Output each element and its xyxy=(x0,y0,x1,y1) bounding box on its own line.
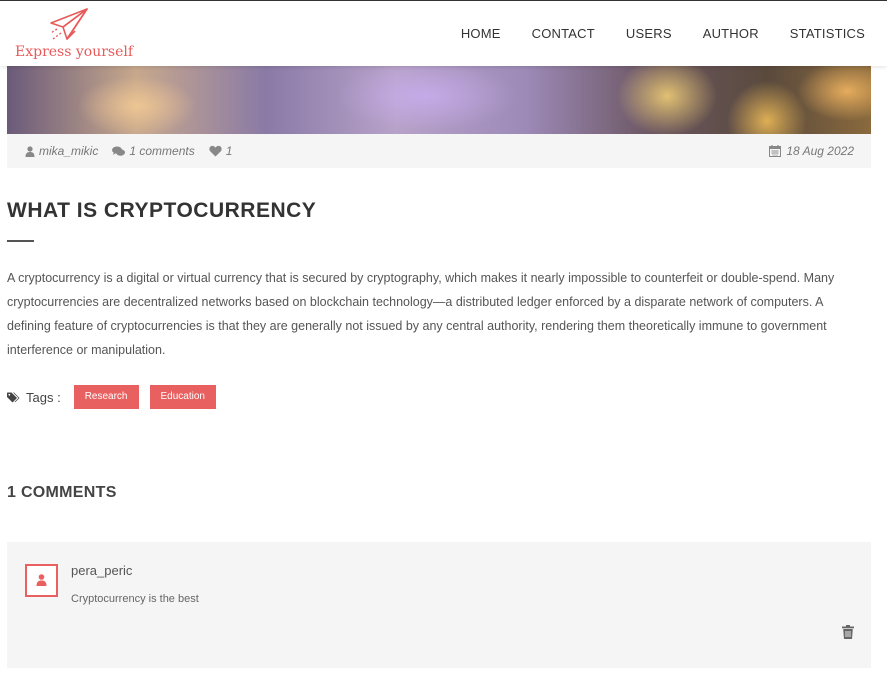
user-icon xyxy=(36,574,47,586)
post-date-text: 18 Aug 2022 xyxy=(786,144,854,158)
post-tags: Tags : Research Education xyxy=(7,385,227,409)
nav-statistics[interactable]: STATISTICS xyxy=(790,26,865,41)
post-date: 18 Aug 2022 xyxy=(769,144,854,158)
tags-label: Tags : xyxy=(7,390,61,405)
site-header: Express yourself HOME CONTACT USERS AUTH… xyxy=(0,0,887,66)
comments-heading: 1 COMMENTS xyxy=(7,484,117,501)
title-divider xyxy=(7,240,34,242)
post-banner-image xyxy=(7,66,871,134)
tag-education[interactable]: Education xyxy=(149,385,216,409)
comment-text: Cryptocurrency is the best xyxy=(71,593,199,605)
post-likes[interactable]: 1 xyxy=(209,144,233,158)
paper-plane-icon xyxy=(50,8,88,40)
tags-icon xyxy=(7,392,20,402)
comment-item: pera_peric Cryptocurrency is the best xyxy=(7,542,871,668)
main-nav: HOME CONTACT USERS AUTHOR STATISTICS xyxy=(461,26,865,41)
nav-contact[interactable]: CONTACT xyxy=(532,26,595,41)
post-author[interactable]: mika_mikic xyxy=(25,144,98,158)
comment-author: pera_peric xyxy=(71,563,133,578)
post-body: A cryptocurrency is a digital or virtual… xyxy=(7,271,835,357)
trash-icon[interactable] xyxy=(842,625,854,639)
nav-author[interactable]: AUTHOR xyxy=(703,26,759,41)
tag-research[interactable]: Research xyxy=(73,385,139,409)
post-comments-label: 1 comments xyxy=(129,144,195,158)
logo-text: Express yourself xyxy=(15,44,134,60)
post-likes-count: 1 xyxy=(225,144,233,158)
user-icon xyxy=(25,145,35,157)
calendar-icon xyxy=(769,145,782,157)
heart-icon xyxy=(209,145,222,157)
post-author-name: mika_mikic xyxy=(39,144,99,158)
tags-label-text: Tags : xyxy=(26,389,61,405)
post-comments-count[interactable]: 1 comments xyxy=(112,144,195,158)
nav-home[interactable]: HOME xyxy=(461,26,501,41)
comments-icon xyxy=(112,146,126,156)
post-title: WHAT IS CRYPTOCURRENCY xyxy=(7,199,317,222)
nav-users[interactable]: USERS xyxy=(626,26,672,41)
site-logo[interactable]: Express yourself xyxy=(13,7,133,63)
comment-avatar xyxy=(25,564,58,597)
post-meta-bar: mika_mikic 1 comments 1 18 Aug 2022 xyxy=(7,134,871,168)
